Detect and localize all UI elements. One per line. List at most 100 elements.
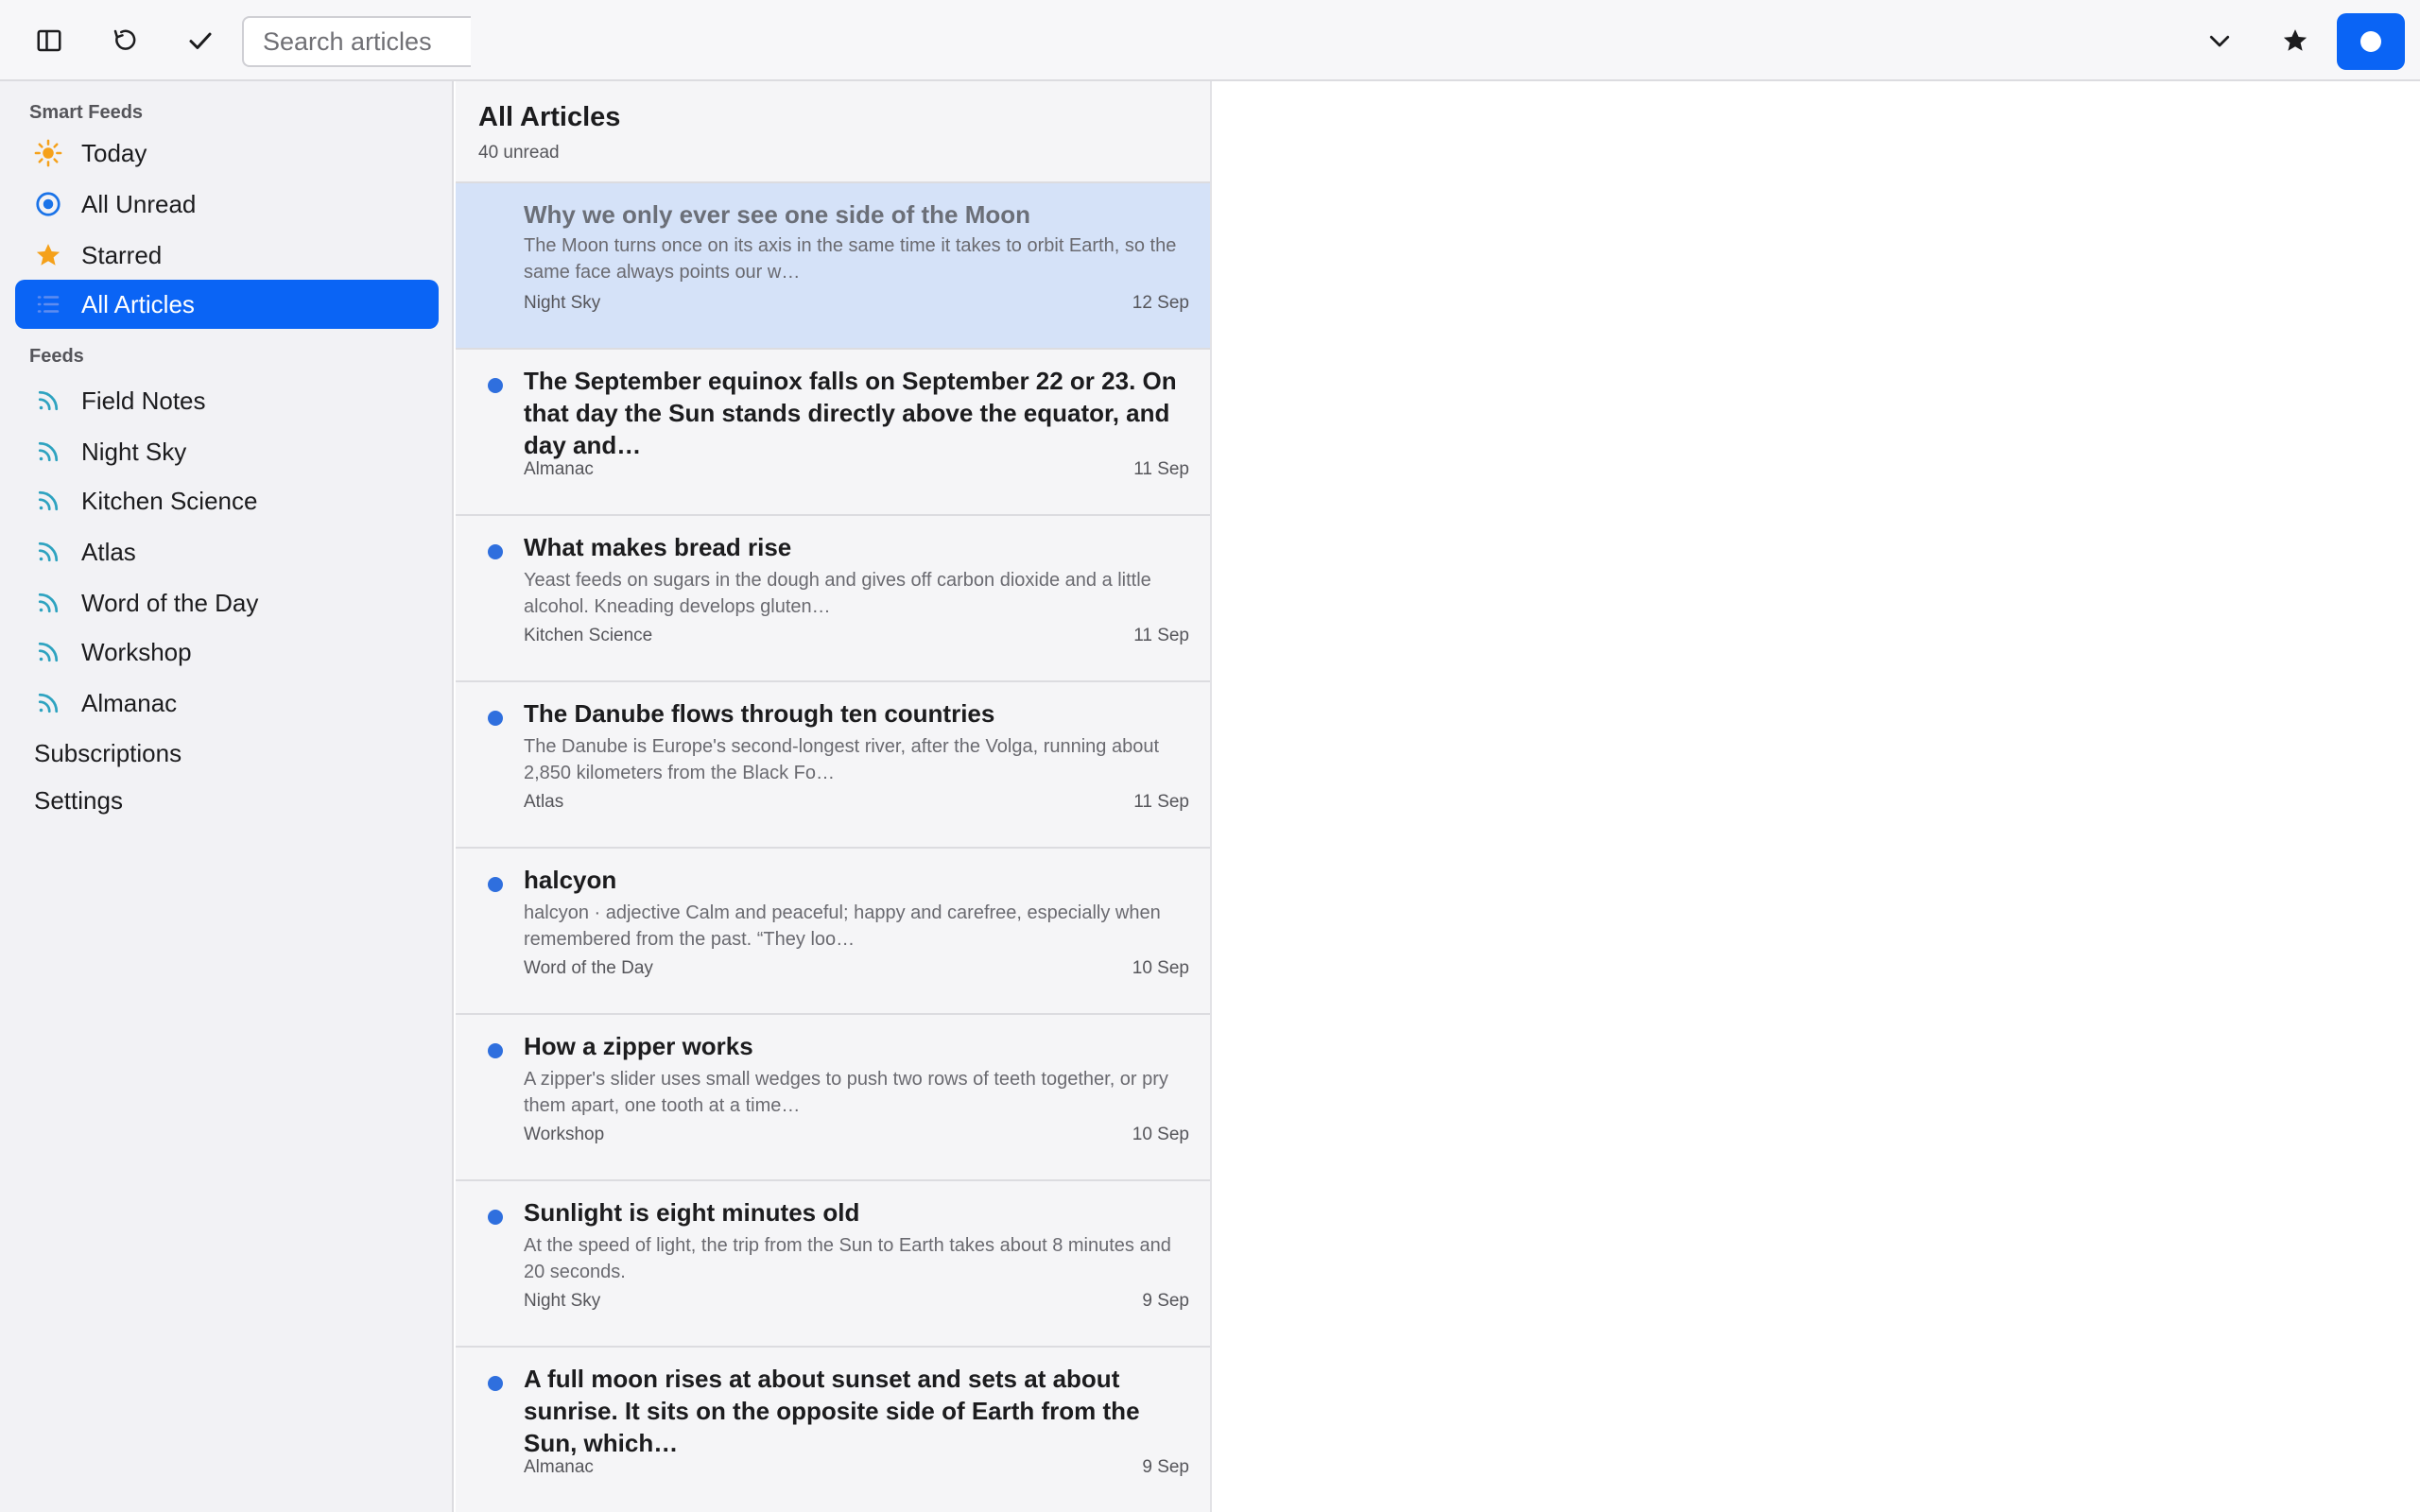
article-row[interactable]: A full moon rises at about sunset and se… [456,1346,1210,1512]
article-title: How a zipper works [524,1032,753,1060]
unread-dot [488,1043,503,1058]
article-excerpt: Yeast feeds on sugars in the dough and g… [524,570,1151,617]
sidebar-item-label: All Unread [81,189,197,218]
sidebar-item-label: Word of the Day [81,588,259,617]
sidebar-item-label: Kitchen Science [81,486,258,515]
refresh-icon [113,29,136,50]
article-title: Why we only ever see one side of the Moo… [524,200,1030,229]
sun-icon [32,137,64,169]
unread-dot [488,1376,503,1391]
sidebar: Smart Feeds Today All Unread Starred All… [0,81,454,1512]
article-date: 11 Sep [1133,626,1189,645]
settings-link[interactable]: Settings [34,786,123,816]
article-excerpt: The Moon turns once on its axis in the s… [524,235,1177,283]
mark-all-read-button[interactable] [172,12,229,69]
article-excerpt: A zipper's slider uses small wedges to p… [524,1069,1168,1116]
article-row[interactable]: How a zipper works A zipper's slider use… [456,1013,1210,1179]
toolbar [0,0,2420,81]
list-header: All Articles 40 unread [478,102,620,163]
sidebar-item-label: Field Notes [81,386,206,415]
rss-icon [32,436,64,468]
article-date: 11 Sep [1133,459,1189,479]
sidebar-item-label: Atlas [81,537,136,566]
article-title: A full moon rises at about sunset and se… [524,1365,1140,1457]
sidebar-item-label: Today [81,138,147,167]
article-excerpt: The Danube is Europe's second-longest ri… [524,736,1160,783]
filter-dropdown-button[interactable] [2191,12,2248,69]
article-title: Sunlight is eight minutes old [524,1198,860,1227]
sidebar-item-almanac[interactable]: Almanac [15,679,439,728]
article-date: 12 Sep [1132,293,1189,313]
rss-icon [32,536,64,568]
refresh-button[interactable] [96,12,153,69]
article-row[interactable]: halcyon halcyon · adjective Calm and pea… [456,847,1210,1013]
article-row[interactable]: What makes bread rise Yeast feeds on sug… [456,514,1210,680]
article-date: 11 Sep [1133,792,1189,812]
article-feed: Night Sky [524,1291,601,1311]
unread-dot [488,711,503,726]
article-date: 10 Sep [1132,958,1189,978]
article-title: The September equinox falls on September… [524,367,1177,459]
sidebar-item-all-articles[interactable]: All Articles [15,280,439,329]
sidebar-item-label: Almanac [81,688,178,717]
sidebar-toggle-icon [37,29,61,52]
article-excerpt: At the speed of light, the trip from the… [524,1235,1171,1282]
sidebar-item-kitchen-science[interactable]: Kitchen Science [15,476,439,525]
sidebar-toggle-button[interactable] [21,12,78,69]
article-list: All Articles 40 unread Why we only ever … [456,81,1212,1512]
article-title: What makes bread rise [524,533,792,561]
sidebar-item-night-sky[interactable]: Night Sky [15,427,439,476]
unread-dot [488,1210,503,1225]
reader-pane [1214,81,2420,1512]
sidebar-item-label: Workshop [81,637,192,666]
article-feed: Atlas [524,792,564,812]
star-icon [2283,29,2308,51]
search-input[interactable] [242,16,471,67]
article-title: The Danube flows through ten countries [524,699,995,728]
rss-icon [32,687,64,719]
unread-dot [488,544,503,559]
sidebar-item-starred[interactable]: Starred [15,231,439,280]
article-feed: Kitchen Science [524,626,653,645]
sidebar-item-word-of-the-day[interactable]: Word of the Day [15,578,439,627]
sidebar-item-workshop[interactable]: Workshop [15,627,439,677]
chevron-down-icon [2209,35,2230,47]
record-dot-icon [2360,31,2381,52]
unread-count: 40 unread [478,143,560,163]
smart-feeds-heading: Smart Feeds [29,102,144,123]
article-excerpt: halcyon · adjective Calm and peaceful; h… [524,902,1161,950]
article-feed: Almanac [524,459,594,479]
unread-dot [488,378,503,393]
sidebar-item-label: Starred [81,240,163,269]
sidebar-item-label: Night Sky [81,437,187,466]
subscriptions-link[interactable]: Subscriptions [34,739,182,768]
sidebar-item-all-unread[interactable]: All Unread [15,180,439,229]
article-feed: Night Sky [524,293,601,313]
article-row[interactable]: The Danube flows through ten countries T… [456,680,1210,847]
rss-icon [32,636,64,668]
checkmark-icon [189,32,212,49]
article-feed: Almanac [524,1457,594,1477]
star-icon [32,239,64,271]
sidebar-item-field-notes[interactable]: Field Notes [15,376,439,425]
article-date: 10 Sep [1132,1125,1189,1144]
sidebar-item-atlas[interactable]: Atlas [15,527,439,576]
article-date: 9 Sep [1142,1291,1189,1311]
rss-icon [32,485,64,517]
article-title: halcyon [524,866,617,894]
feeds-heading: Feeds [29,346,84,367]
article-row[interactable]: Sunlight is eight minutes old At the spe… [456,1179,1210,1346]
star-button[interactable] [2267,12,2324,69]
article-date: 9 Sep [1142,1457,1189,1477]
rss-icon [32,385,64,417]
primary-action-button[interactable] [2337,13,2405,70]
unread-circle-icon [32,188,64,220]
article-row[interactable]: The September equinox falls on September… [456,348,1210,514]
sidebar-item-label: All Articles [81,289,195,318]
list-icon [32,288,64,320]
article-row[interactable]: Why we only ever see one side of the Moo… [456,181,1210,348]
article-feed: Workshop [524,1125,605,1144]
rss-icon [32,587,64,619]
article-feed: Word of the Day [524,958,653,978]
sidebar-item-today[interactable]: Today [15,129,439,178]
